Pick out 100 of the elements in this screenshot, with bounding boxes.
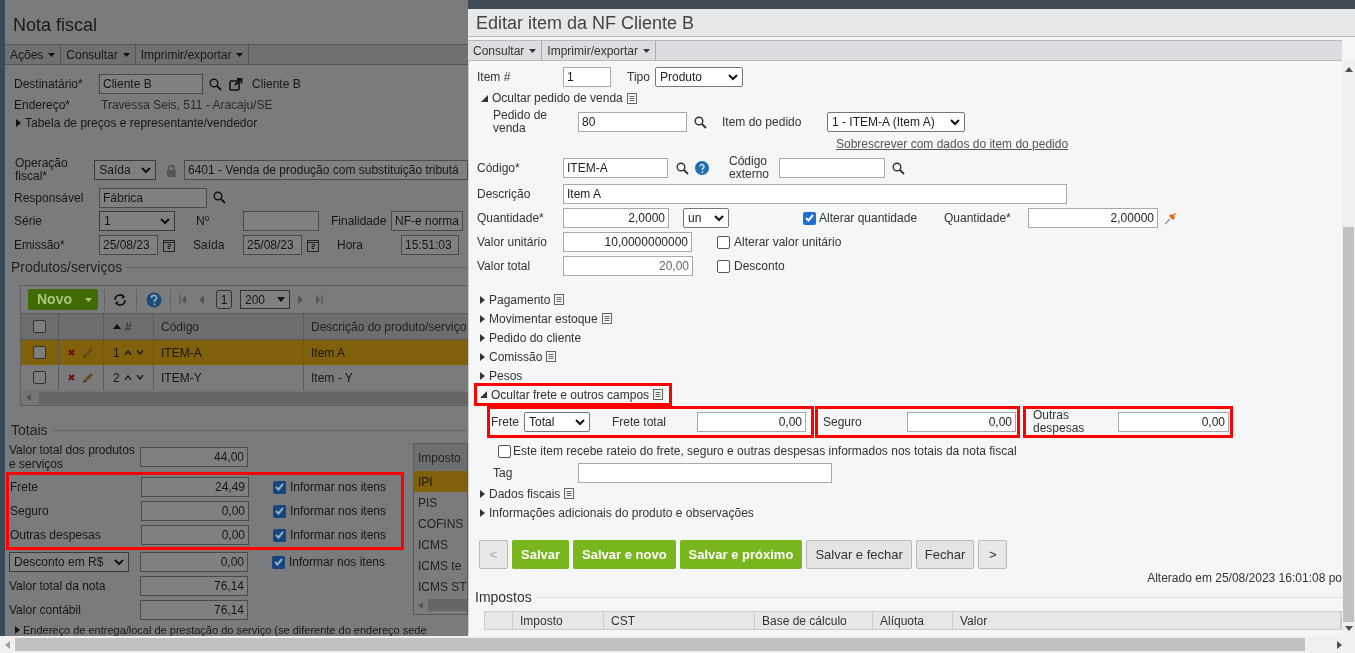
note-icon[interactable] (564, 488, 575, 499)
column-header[interactable]: Imposto (513, 612, 604, 629)
checkbox[interactable] (33, 346, 46, 359)
scrollbar-thumb[interactable] (15, 638, 1305, 651)
move-down-icon[interactable] (135, 375, 144, 380)
scroll-left-icon[interactable] (4, 640, 12, 649)
delete-icon[interactable] (68, 349, 75, 356)
input-field[interactable]: 2,0000 (563, 208, 669, 228)
checkbox[interactable] (717, 259, 730, 273)
input-field[interactable]: 2,00000 (1028, 208, 1158, 228)
section-toggle[interactable]: Tabela de preços e representante/vendedor (25, 114, 258, 132)
pin-icon[interactable] (1163, 210, 1178, 226)
overwrite-link[interactable]: Sobrescrever com dados do item do pedido (836, 135, 1069, 153)
input-field[interactable]: 0,00 (907, 412, 1016, 432)
input-field[interactable]: 76,14 (140, 600, 248, 620)
section-toggle[interactable]: Pedido do cliente (489, 328, 582, 347)
column-header[interactable]: Base de cálculo (755, 612, 873, 629)
search-icon[interactable] (694, 115, 707, 129)
input-field[interactable]: 76,14 (140, 576, 248, 596)
dropdown[interactable]: Total (524, 412, 590, 432)
input-field[interactable]: NF-e norma (391, 211, 463, 231)
menu-button[interactable]: Imprimir/exportar (135, 45, 250, 64)
note-icon[interactable] (546, 351, 557, 362)
collapse-triangle-icon[interactable] (480, 391, 487, 398)
note-icon[interactable] (653, 389, 664, 400)
column-header[interactable]: # (125, 317, 132, 336)
dropdown[interactable]: 1 (99, 211, 175, 231)
table-row[interactable]: 1 ITEM-A Item A (21, 340, 468, 365)
input-field[interactable]: Item A (563, 184, 1067, 204)
input-field[interactable] (243, 211, 319, 231)
page-number-field[interactable]: 1 (216, 290, 232, 309)
expand-triangle-icon[interactable] (480, 333, 485, 342)
section-toggle[interactable]: Ocultar frete e outros campos (491, 385, 650, 404)
checkbox[interactable] (272, 555, 285, 569)
input-field[interactable]: ITEM-A (563, 158, 668, 178)
checkbox[interactable] (498, 444, 511, 458)
move-up-icon[interactable] (123, 375, 132, 380)
delete-icon[interactable] (68, 374, 75, 381)
input-field[interactable]: 0,00 (697, 412, 806, 432)
scroll-up-icon[interactable] (1344, 67, 1353, 72)
checkbox[interactable] (273, 480, 286, 494)
column-header[interactable]: Descrição do produto/serviço (304, 314, 468, 339)
input-field[interactable]: 0,00 (1118, 412, 1229, 432)
help-icon[interactable] (695, 161, 709, 175)
list-item[interactable]: ICMS (414, 534, 467, 555)
dropdown[interactable]: 1 - ITEM-A (Item A) (827, 112, 965, 132)
horizontal-scrollbar[interactable] (0, 636, 1355, 653)
input-field[interactable]: 0,00 (140, 552, 248, 572)
sort-ascending-icon[interactable] (113, 324, 121, 329)
checkbox[interactable] (273, 504, 286, 518)
expand-triangle-icon[interactable] (480, 489, 485, 498)
input-field[interactable]: 44,00 (140, 447, 248, 467)
input-field[interactable]: 0,00 (141, 525, 249, 545)
list-item[interactable]: COFINS (414, 513, 467, 534)
help-icon[interactable] (146, 291, 162, 308)
checkbox[interactable] (33, 320, 46, 333)
expand-triangle-icon[interactable] (480, 371, 485, 380)
recipient-link[interactable]: Cliente B (252, 75, 301, 93)
button[interactable]: Salvar e novo (573, 540, 676, 569)
section-toggle[interactable]: Ocultar pedido de venda (492, 89, 623, 107)
dropdown[interactable]: Desconto em R$ (9, 552, 129, 572)
input-field[interactable]: Cliente B (99, 74, 203, 94)
button[interactable]: Salvar e próximo (679, 540, 803, 569)
section-toggle[interactable]: Informações adicionais do produto e observações (489, 503, 754, 522)
list-item[interactable]: ICMS te (414, 555, 467, 576)
dropdown[interactable]: Produto (655, 67, 743, 87)
expand-triangle-icon[interactable] (480, 352, 485, 361)
refresh-icon[interactable] (113, 293, 127, 306)
scrollbar-thumb[interactable] (1343, 227, 1354, 622)
input-field[interactable] (779, 158, 885, 178)
note-icon[interactable] (626, 92, 637, 104)
new-button[interactable]: Novo (28, 289, 98, 310)
expand-triangle-icon[interactable] (480, 314, 485, 323)
checkbox[interactable] (717, 235, 730, 249)
input-field[interactable]: 25/08/23 (243, 235, 302, 255)
section-toggle[interactable]: Comissão (489, 347, 543, 366)
checkbox[interactable] (33, 371, 46, 384)
scroll-down-icon[interactable] (1344, 626, 1353, 631)
section-toggle[interactable]: Endereço de entrega/local de prestação do serviço (se diferente do endereço sede (23, 621, 427, 636)
section-toggle[interactable]: Movimentar estoque (489, 309, 598, 328)
input-field[interactable]: 6401 - Venda de produção com substituição tributá (183, 160, 468, 180)
column-header[interactable]: Código (154, 314, 304, 339)
menu-button[interactable]: Consultar (61, 45, 136, 64)
input-field[interactable]: 15:51:03 (401, 235, 459, 255)
dropdown[interactable]: Saída (94, 160, 157, 180)
menu-button[interactable]: Ações (5, 45, 62, 64)
scroll-right-icon[interactable] (1335, 640, 1343, 649)
expand-triangle-icon[interactable] (480, 295, 485, 304)
input-field[interactable]: 0,00 (141, 501, 249, 521)
button[interactable]: Salvar e fechar (806, 540, 912, 569)
checkbox[interactable] (803, 211, 816, 225)
move-up-icon[interactable] (123, 350, 132, 355)
list-item[interactable]: IPI (414, 471, 467, 492)
section-toggle[interactable]: Dados fiscais (489, 484, 561, 503)
vertical-scrollbar[interactable] (1342, 61, 1355, 635)
list-item[interactable]: PIS (414, 492, 467, 513)
list-item[interactable]: ICMS ST (414, 576, 467, 597)
input-field[interactable]: 80 (578, 112, 687, 132)
dropdown[interactable]: un (683, 208, 729, 228)
column-header[interactable]: Imposto (414, 444, 467, 471)
